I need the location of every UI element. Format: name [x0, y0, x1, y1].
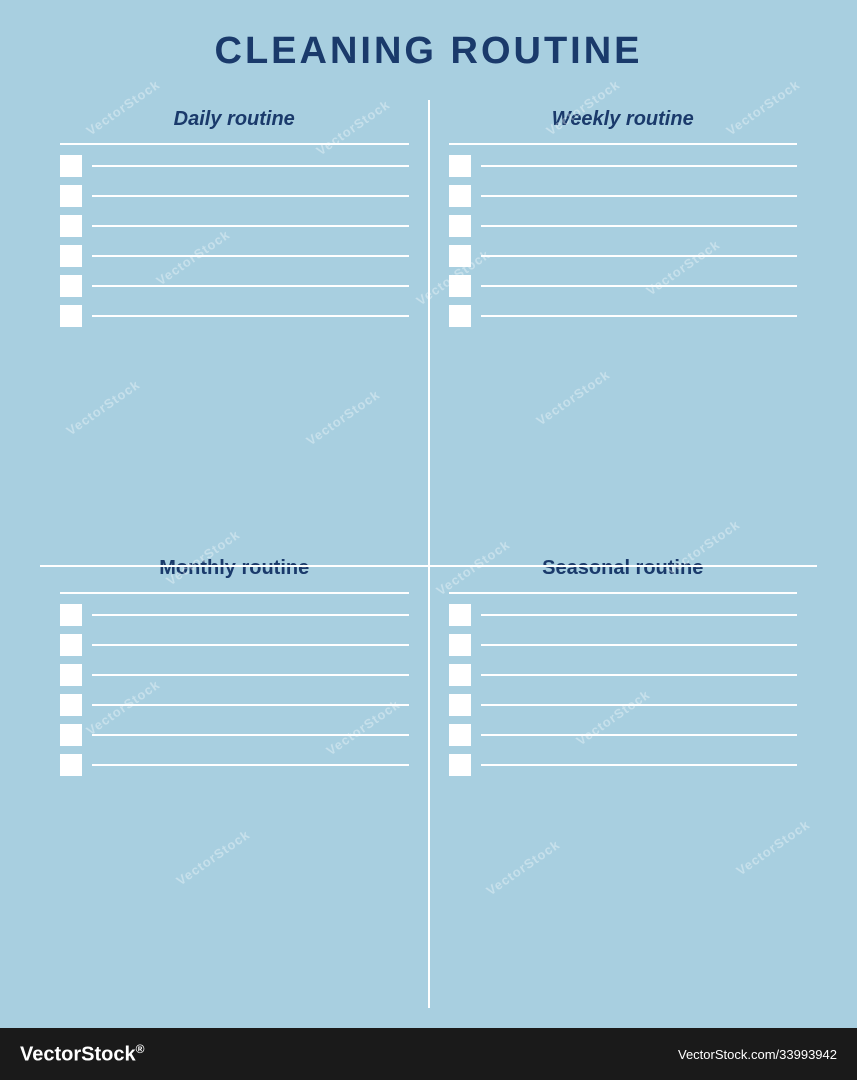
checklist-item	[449, 155, 798, 177]
page-title: CLEANING ROUTINE	[40, 30, 817, 73]
checkbox-line	[92, 674, 409, 676]
checklist-item	[449, 275, 798, 297]
checklist-item	[449, 664, 798, 686]
checklist-item	[60, 305, 409, 327]
checkbox-line	[481, 195, 798, 197]
checklist-daily	[60, 155, 409, 537]
footer-url: VectorStock.com/33993942	[678, 1047, 837, 1062]
checkbox-line	[481, 644, 798, 646]
checklist-item	[449, 305, 798, 327]
checkbox[interactable]	[60, 694, 82, 716]
checkbox[interactable]	[449, 245, 471, 267]
checkbox[interactable]	[60, 245, 82, 267]
section-weekly-title: Weekly routine	[449, 108, 798, 131]
checklist-item	[60, 724, 409, 746]
section-daily-divider	[60, 143, 409, 145]
section-daily: Daily routine	[40, 98, 429, 547]
checklist-item	[60, 215, 409, 237]
checkbox[interactable]	[60, 754, 82, 776]
checklist-weekly	[449, 155, 798, 537]
checklist-item	[449, 185, 798, 207]
checkbox[interactable]	[449, 664, 471, 686]
checkbox[interactable]	[60, 664, 82, 686]
section-seasonal: Seasonal routine	[429, 547, 818, 996]
checkbox[interactable]	[449, 155, 471, 177]
checklist-item	[449, 215, 798, 237]
checkbox-line	[481, 704, 798, 706]
checkbox[interactable]	[60, 185, 82, 207]
checkbox-line	[92, 255, 409, 257]
checklist-item	[449, 724, 798, 746]
checkbox-line	[481, 734, 798, 736]
checklist-item	[60, 694, 409, 716]
checkbox[interactable]	[60, 215, 82, 237]
checkbox[interactable]	[449, 305, 471, 327]
checkbox-line	[481, 674, 798, 676]
checkbox[interactable]	[449, 694, 471, 716]
section-monthly-divider	[60, 592, 409, 594]
checkbox-line	[481, 225, 798, 227]
checkbox-line	[92, 195, 409, 197]
section-seasonal-title: Seasonal routine	[449, 557, 798, 580]
checklist-item	[60, 275, 409, 297]
checkbox[interactable]	[449, 215, 471, 237]
section-monthly: Monthly routine	[40, 547, 429, 996]
checkbox[interactable]	[449, 754, 471, 776]
checklist-item	[60, 664, 409, 686]
checkbox-line	[92, 165, 409, 167]
checklist-item	[60, 754, 409, 776]
checklist-monthly	[60, 604, 409, 986]
checklist-item	[449, 694, 798, 716]
checkbox-line	[92, 734, 409, 736]
section-daily-title: Daily routine	[60, 108, 409, 131]
checkbox[interactable]	[449, 634, 471, 656]
checkbox-line	[92, 285, 409, 287]
footer: VectorStock® VectorStock.com/33993942	[0, 1028, 857, 1080]
checkbox-line	[92, 614, 409, 616]
checklist-item	[60, 155, 409, 177]
checkbox[interactable]	[60, 724, 82, 746]
checkbox-line	[481, 165, 798, 167]
checkbox[interactable]	[449, 604, 471, 626]
checklist-item	[60, 245, 409, 267]
checklist-item	[60, 185, 409, 207]
checklist-item	[60, 604, 409, 626]
checklist-seasonal	[449, 604, 798, 986]
content-area: VectorStock VectorStock VectorStock Vect…	[0, 0, 857, 1028]
checklist-item	[449, 245, 798, 267]
vertical-divider	[428, 100, 430, 1008]
checkbox[interactable]	[60, 604, 82, 626]
checkbox-line	[92, 315, 409, 317]
checkbox-line	[481, 315, 798, 317]
checklist-item	[449, 754, 798, 776]
checkbox-line	[92, 225, 409, 227]
checkbox-line	[92, 704, 409, 706]
checkbox-line	[92, 644, 409, 646]
checkbox[interactable]	[449, 275, 471, 297]
footer-reg-symbol: ®	[136, 1042, 145, 1056]
main-container: VectorStock VectorStock VectorStock Vect…	[0, 0, 857, 1080]
checkbox[interactable]	[60, 155, 82, 177]
checkbox-line	[481, 614, 798, 616]
section-monthly-title: Monthly routine	[60, 557, 409, 580]
section-seasonal-divider	[449, 592, 798, 594]
footer-brand: VectorStock®	[20, 1042, 144, 1067]
checklist-item	[449, 634, 798, 656]
checkbox-line	[481, 255, 798, 257]
checklist-item	[60, 634, 409, 656]
checkbox[interactable]	[60, 634, 82, 656]
checkbox[interactable]	[449, 185, 471, 207]
checkbox-line	[481, 764, 798, 766]
section-weekly-divider	[449, 143, 798, 145]
footer-brand-text: VectorStock	[20, 1043, 136, 1065]
checkbox[interactable]	[60, 275, 82, 297]
checkbox[interactable]	[60, 305, 82, 327]
checkbox[interactable]	[449, 724, 471, 746]
checklist-item	[449, 604, 798, 626]
section-weekly: Weekly routine	[429, 98, 818, 547]
checkbox-line	[92, 764, 409, 766]
checkbox-line	[481, 285, 798, 287]
